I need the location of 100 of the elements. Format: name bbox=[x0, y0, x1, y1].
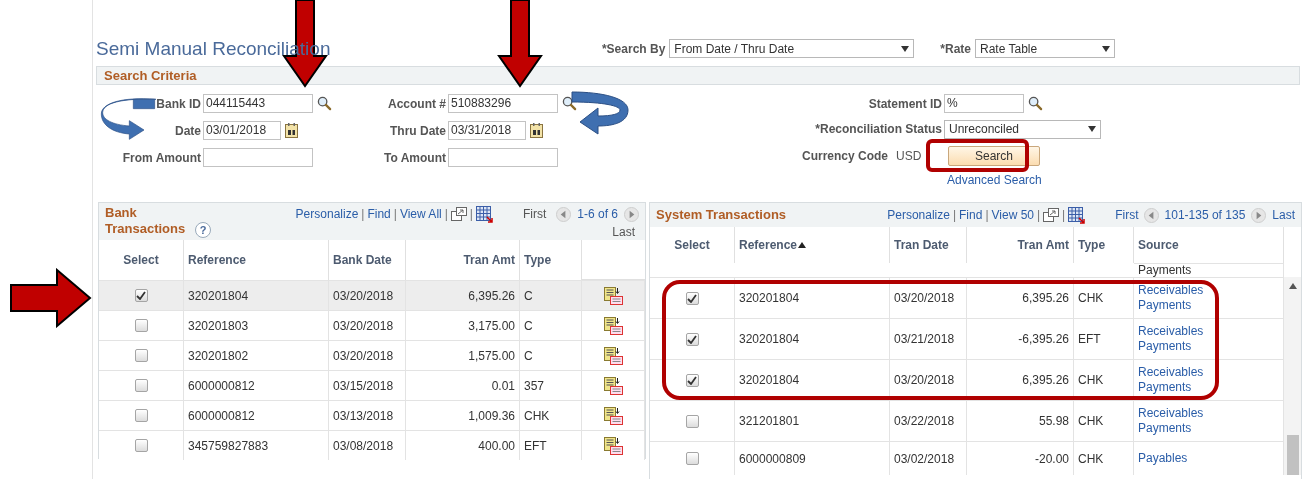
checkbox[interactable] bbox=[134, 319, 148, 332]
search-icon[interactable] bbox=[562, 96, 577, 111]
dropdown-caret-icon bbox=[1102, 45, 1110, 52]
separator: | bbox=[361, 206, 365, 223]
input-field[interactable]: 044115443 bbox=[203, 94, 313, 113]
link[interactable]: Personalize bbox=[887, 206, 950, 224]
field-label: *Rate bbox=[940, 40, 971, 58]
table-cell: 6000000812 bbox=[184, 400, 329, 430]
table-cell: 321201801 bbox=[735, 400, 890, 441]
table-cell: CHK bbox=[1074, 441, 1134, 475]
column-header: Tran Amt bbox=[967, 227, 1074, 263]
scroll-thumb[interactable] bbox=[1286, 435, 1299, 475]
link[interactable]: Find bbox=[367, 205, 391, 223]
link[interactable]: Payments bbox=[1138, 421, 1192, 436]
spreadsheet-icon[interactable] bbox=[475, 205, 493, 223]
date-field[interactable]: 03/01/2018 bbox=[203, 121, 281, 140]
link[interactable]: Receivables bbox=[1138, 283, 1204, 298]
field-label: *Reconciliation Status bbox=[815, 121, 942, 138]
input-field[interactable]: % bbox=[944, 94, 1024, 113]
link[interactable]: View All bbox=[399, 205, 442, 223]
table-cell: CHK bbox=[1074, 400, 1134, 441]
field-label: From Amount bbox=[122, 149, 201, 167]
popout-icon[interactable] bbox=[1043, 208, 1060, 222]
link[interactable]: Receivables bbox=[1138, 406, 1204, 421]
column-header: Type bbox=[1074, 227, 1134, 263]
dropdown[interactable]: Unreconciled bbox=[944, 119, 1101, 139]
field-label: *Search By bbox=[601, 40, 666, 58]
previous-icon[interactable] bbox=[556, 206, 572, 222]
checkbox[interactable] bbox=[134, 349, 148, 362]
checkbox[interactable] bbox=[685, 373, 699, 387]
checkbox[interactable] bbox=[685, 414, 699, 428]
link[interactable]: Payments bbox=[1138, 298, 1192, 313]
link[interactable]: Payments bbox=[1138, 339, 1192, 354]
column-header: Tran Date bbox=[890, 227, 967, 263]
next-icon[interactable] bbox=[1251, 207, 1267, 223]
input-field[interactable] bbox=[203, 148, 313, 167]
table-cell: C bbox=[520, 280, 582, 310]
last-label[interactable]: Last bbox=[1272, 206, 1295, 224]
table-cell: 6,395.26 bbox=[406, 280, 520, 310]
input-field[interactable]: 510883296 bbox=[448, 94, 558, 113]
spreadsheet-icon[interactable] bbox=[1068, 206, 1086, 224]
link[interactable]: Payables bbox=[1138, 451, 1188, 466]
checkbox[interactable] bbox=[134, 379, 148, 392]
help-icon[interactable]: ? bbox=[195, 222, 211, 238]
table-cell: C bbox=[520, 340, 582, 370]
table-cell: 320201804 bbox=[735, 277, 890, 318]
document-icon[interactable] bbox=[603, 346, 623, 365]
first-label: First bbox=[522, 206, 547, 223]
link[interactable]: Payments bbox=[1138, 380, 1192, 395]
separator: | bbox=[1062, 207, 1066, 224]
document-icon[interactable] bbox=[603, 316, 623, 335]
checkbox[interactable] bbox=[685, 452, 699, 465]
link[interactable]: View 50 bbox=[991, 206, 1034, 224]
dropdown[interactable]: From Date / Thru Date bbox=[669, 39, 915, 58]
link[interactable]: Find bbox=[959, 206, 983, 224]
previous-icon[interactable] bbox=[1143, 207, 1159, 223]
separator: | bbox=[444, 206, 448, 223]
search-icon[interactable] bbox=[317, 96, 332, 111]
document-icon[interactable] bbox=[603, 406, 623, 425]
link[interactable]: Receivables bbox=[1138, 324, 1204, 339]
checkbox[interactable] bbox=[685, 291, 699, 305]
input-field[interactable] bbox=[448, 148, 558, 167]
table-cell: 357 bbox=[520, 370, 582, 400]
search-icon[interactable] bbox=[1028, 96, 1043, 111]
link[interactable]: Personalize bbox=[295, 205, 359, 223]
dropdown[interactable]: Rate Table bbox=[975, 39, 1115, 58]
table-cell: 320201804 bbox=[735, 359, 890, 400]
document-icon[interactable] bbox=[603, 286, 623, 305]
table-cell: 03/20/2018 bbox=[329, 340, 406, 370]
table-cell: 320201802 bbox=[184, 340, 329, 370]
document-icon[interactable] bbox=[603, 436, 623, 455]
table-cell: 400.00 bbox=[406, 430, 520, 460]
popout-icon[interactable] bbox=[450, 207, 467, 221]
first-label[interactable]: First bbox=[1115, 206, 1139, 224]
table-cell: 03/21/2018 bbox=[890, 318, 967, 359]
document-icon[interactable] bbox=[603, 376, 623, 395]
table-cell: 03/20/2018 bbox=[329, 310, 406, 340]
link[interactable]: Advanced Search bbox=[947, 173, 1042, 187]
table-cell: C bbox=[520, 310, 582, 340]
table-cell: 55.98 bbox=[967, 400, 1074, 441]
table-cell: 6000000812 bbox=[184, 370, 329, 400]
checkbox[interactable] bbox=[134, 289, 148, 302]
separator: | bbox=[393, 206, 397, 223]
calendar-icon[interactable] bbox=[530, 123, 543, 138]
link[interactable]: Receivables bbox=[1138, 365, 1204, 380]
checkbox[interactable] bbox=[134, 409, 148, 422]
date-field[interactable]: 03/31/2018 bbox=[448, 121, 526, 140]
search-button[interactable]: Search bbox=[948, 146, 1040, 166]
scroll-up-icon[interactable] bbox=[1288, 283, 1297, 289]
calendar-icon[interactable] bbox=[285, 123, 298, 138]
dropdown-caret-icon bbox=[901, 45, 910, 52]
table-cell: EFT bbox=[1074, 318, 1134, 359]
scrollbar[interactable] bbox=[1284, 277, 1301, 475]
checkbox[interactable] bbox=[134, 439, 148, 452]
next-icon[interactable] bbox=[624, 206, 639, 222]
checkbox[interactable] bbox=[685, 332, 699, 346]
field-label: To Amount bbox=[384, 149, 446, 167]
field-label: Statement ID bbox=[868, 95, 942, 113]
table-cell: CHK bbox=[1074, 277, 1134, 318]
table-cell: 03/02/2018 bbox=[890, 441, 967, 475]
